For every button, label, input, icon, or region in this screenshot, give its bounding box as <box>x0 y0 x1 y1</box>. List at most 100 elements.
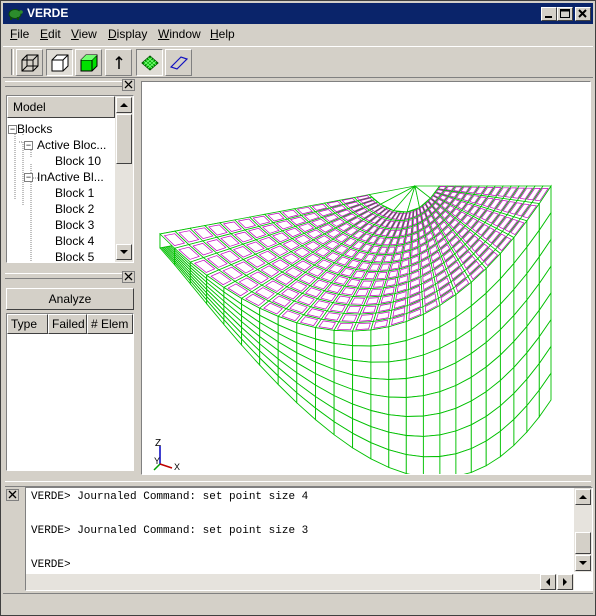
tree-item-active-blocks[interactable]: − Active Bloc... <box>24 138 106 152</box>
mesh-element <box>405 354 424 380</box>
command-console[interactable]: VERDE> Journaled Command: set point size… <box>25 487 593 591</box>
column-header-type[interactable]: Type <box>7 314 48 334</box>
menu-view-label: iew <box>78 27 97 41</box>
smooth-shade-button[interactable] <box>75 49 102 76</box>
mesh-element <box>352 329 372 347</box>
console-prompt-line[interactable]: VERDE> <box>31 559 77 571</box>
tree-item-label: Block 1 <box>55 186 95 200</box>
column-header-elem-count[interactable]: # Elem <box>87 314 133 334</box>
tree-item-label: Blocks <box>17 122 53 136</box>
tree-item-inactive-blocks[interactable]: − InActive Bl... <box>24 170 104 184</box>
tree-item-block-1[interactable]: Block 1 <box>55 186 94 200</box>
tree-item-label: Block 3 <box>55 218 95 232</box>
wireframe-button[interactable] <box>16 49 43 76</box>
mesh-element <box>455 447 472 474</box>
scroll-left-button[interactable] <box>540 574 556 590</box>
menu-edit[interactable]: Edit <box>40 27 61 41</box>
collapse-icon[interactable]: − <box>8 125 17 135</box>
tree-item-block-4[interactable]: Block 4 <box>55 234 94 248</box>
close-icon <box>578 9 587 18</box>
mesh-element <box>388 358 407 380</box>
console-horizontal-scrollbar[interactable] <box>26 574 574 590</box>
graphics-viewport[interactable]: Z Y X <box>141 81 591 475</box>
menu-file[interactable]: File <box>10 27 29 41</box>
mesh-element <box>370 343 390 363</box>
menu-view[interactable]: View <box>71 27 97 41</box>
arrow-down-icon <box>579 561 587 565</box>
tree-item-block-10[interactable]: Block 10 <box>55 154 101 168</box>
mesh-element <box>405 454 424 474</box>
model-panel-close-button[interactable] <box>122 79 135 91</box>
menu-bar: File Edit View Display Window Help <box>3 25 593 45</box>
hidden-line-icon <box>51 54 69 72</box>
arrow-down-icon <box>120 250 128 254</box>
tree-item-label: InActive Bl... <box>37 170 104 184</box>
analyze-button[interactable]: Analyze <box>6 288 134 310</box>
console-vertical-scrollbar[interactable] <box>574 488 592 572</box>
scroll-thumb[interactable] <box>116 114 132 164</box>
model-panel-grip[interactable] <box>5 81 135 87</box>
model-header[interactable]: Model <box>7 96 115 118</box>
tree-item-block-2[interactable]: Block 2 <box>55 202 94 216</box>
tree-item-label: Block 4 <box>55 234 95 248</box>
analyze-panel-close-button[interactable] <box>122 271 135 283</box>
smooth-shade-icon <box>80 54 98 72</box>
point-button[interactable] <box>105 49 132 76</box>
mesh-element <box>422 412 441 437</box>
axis-triad: Z Y X <box>153 438 180 472</box>
column-header-failed[interactable]: Failed <box>48 314 87 334</box>
toolbar <box>3 46 593 78</box>
close-button[interactable] <box>575 7 591 21</box>
model-tree-scrollbar[interactable] <box>115 96 133 262</box>
mesh-element <box>405 435 424 458</box>
mesh-render[interactable] <box>142 82 591 475</box>
tree-item-block-5[interactable]: Block 5 <box>55 250 95 263</box>
menu-window-label: indow <box>169 27 201 41</box>
tree-item-block-3[interactable]: Block 3 <box>55 218 94 232</box>
tree-item-label: Block 2 <box>55 202 95 216</box>
menu-window[interactable]: Window <box>158 27 201 41</box>
mesh-element <box>352 345 372 363</box>
minimize-icon <box>545 16 552 18</box>
scroll-down-button[interactable] <box>116 244 132 260</box>
maximize-button[interactable] <box>557 7 573 21</box>
mesh-element <box>388 396 407 417</box>
toolbar-grip <box>11 49 14 75</box>
menu-display[interactable]: Display <box>108 27 147 41</box>
menu-display-label: isplay <box>116 27 148 41</box>
close-icon <box>124 272 133 281</box>
console-close-button[interactable] <box>6 489 19 501</box>
main-window: VERDE File Edit View Display Window Help <box>0 0 596 616</box>
arrow-up-icon <box>579 495 587 499</box>
scroll-right-button[interactable] <box>557 574 573 590</box>
surface-outline-icon <box>169 56 189 70</box>
mesh-element <box>439 407 457 436</box>
menu-help[interactable]: Help <box>210 27 235 41</box>
mesh-element-button[interactable] <box>136 49 163 76</box>
wireframe-icon <box>21 54 39 72</box>
scroll-down-button[interactable] <box>575 555 591 571</box>
surface-outline-button[interactable] <box>165 49 192 76</box>
model-tree[interactable]: Model − Blocks − Active Bloc... Block 10 −… <box>6 95 134 263</box>
menu-edit-mnemonic: E <box>40 27 49 41</box>
point-icon <box>115 55 123 69</box>
minimize-button[interactable] <box>541 7 557 21</box>
turtle-app-icon <box>8 9 23 20</box>
tree-item-blocks[interactable]: − Blocks <box>8 122 52 136</box>
mesh-element-icon <box>141 55 159 71</box>
scroll-up-button[interactable] <box>575 489 591 505</box>
collapse-icon[interactable]: − <box>24 173 33 183</box>
mesh-element <box>370 377 390 398</box>
analyze-panel-grip[interactable] <box>5 273 135 279</box>
mesh-element <box>422 434 441 458</box>
hidden-line-button[interactable] <box>46 49 73 76</box>
tree-item-label: Block 5 <box>55 250 95 263</box>
mesh-element <box>370 361 390 380</box>
mesh-element <box>422 391 441 417</box>
scroll-up-button[interactable] <box>116 97 132 113</box>
analyze-results-table[interactable]: Type Failed # Elem <box>6 313 134 471</box>
scroll-thumb[interactable] <box>575 532 591 554</box>
collapse-icon[interactable]: − <box>24 141 33 151</box>
title-bar[interactable]: VERDE <box>3 3 593 24</box>
tree-item-label: Block 10 <box>55 154 102 168</box>
